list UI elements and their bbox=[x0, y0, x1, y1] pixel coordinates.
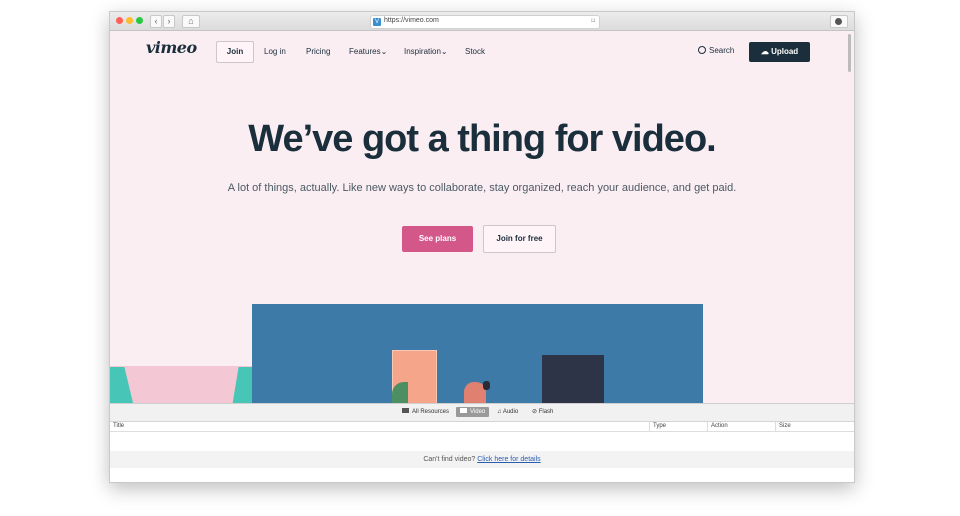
address-bar[interactable]: V https://vimeo.com ⌑ bbox=[370, 15, 600, 29]
bookmark-icon[interactable]: ⌑ bbox=[591, 17, 595, 25]
tab-video[interactable]: Video bbox=[456, 407, 490, 417]
column-title[interactable]: Title bbox=[113, 423, 124, 429]
resources-panel: All Resources Video ♫ Audio ⊘ Flash Titl… bbox=[110, 403, 854, 482]
nav-inspiration[interactable]: Inspiration⌄ bbox=[404, 47, 448, 56]
search-link[interactable]: Search bbox=[698, 46, 734, 55]
nav-pricing[interactable]: Pricing bbox=[306, 47, 330, 56]
column-size[interactable]: Size bbox=[779, 423, 791, 429]
nav-stock[interactable]: Stock bbox=[465, 47, 485, 56]
tab-all-resources[interactable]: All Resources bbox=[402, 407, 449, 417]
download-icon bbox=[835, 18, 842, 25]
column-action[interactable]: Action bbox=[711, 423, 728, 429]
minimize-window-button[interactable] bbox=[126, 17, 133, 24]
illustration-person-head bbox=[483, 381, 490, 390]
upload-button[interactable]: ☁ Upload bbox=[749, 42, 810, 62]
column-type[interactable]: Type bbox=[653, 423, 666, 429]
home-icon[interactable]: ⌂ bbox=[182, 15, 200, 28]
forward-button[interactable]: › bbox=[163, 15, 175, 28]
search-label: Search bbox=[709, 46, 735, 55]
see-plans-button[interactable]: See plans bbox=[402, 226, 473, 252]
tab-audio-label: Audio bbox=[502, 409, 519, 415]
resources-footer: Can't find video? Click here for details bbox=[110, 451, 854, 468]
illustration-plant bbox=[392, 382, 408, 403]
browser-window: ‹ › ⌂ V https://vimeo.com ⌑ vimeo Join L… bbox=[109, 11, 855, 483]
details-link[interactable]: Click here for details bbox=[477, 456, 540, 463]
close-window-button[interactable] bbox=[116, 17, 123, 24]
tab-all-resources-label: All Resources bbox=[412, 409, 450, 415]
scrollbar[interactable] bbox=[848, 34, 851, 72]
footer-text: Can't find video? bbox=[423, 456, 476, 463]
tab-flash-label: Flash bbox=[538, 409, 554, 415]
video-icon bbox=[460, 408, 467, 413]
search-icon bbox=[698, 46, 706, 54]
join-button[interactable]: Join bbox=[216, 41, 254, 63]
nav-features[interactable]: Features⌄ bbox=[349, 47, 387, 56]
header-divider bbox=[110, 431, 854, 432]
column-divider bbox=[707, 422, 708, 431]
illustration-screen bbox=[542, 355, 604, 403]
hero-illustration bbox=[252, 304, 703, 403]
url-text[interactable]: https://vimeo.com bbox=[384, 17, 439, 24]
tab-flash[interactable]: ⊘ Flash bbox=[532, 407, 553, 417]
resources-tab-bar: All Resources Video ♫ Audio ⊘ Flash bbox=[110, 404, 854, 422]
folder-icon bbox=[402, 408, 409, 413]
upload-label: Upload bbox=[771, 47, 799, 56]
join-for-free-button[interactable]: Join for free bbox=[483, 225, 556, 253]
downloads-button[interactable] bbox=[830, 15, 848, 28]
nav-login[interactable]: Log in bbox=[264, 47, 286, 56]
cloud-upload-icon: ☁ bbox=[760, 47, 769, 56]
hero-subtext: A lot of things, actually. Like new ways… bbox=[227, 182, 737, 194]
hero-headline: We’ve got a thing for video. bbox=[248, 118, 716, 160]
back-button[interactable]: ‹ bbox=[150, 15, 162, 28]
web-page: vimeo Join Log in Pricing Features⌄ Insp… bbox=[110, 31, 854, 403]
column-divider bbox=[775, 422, 776, 431]
zoom-window-button[interactable] bbox=[136, 17, 143, 24]
tab-audio[interactable]: ♫ Audio bbox=[497, 407, 518, 417]
vimeo-logo[interactable]: vimeo bbox=[146, 38, 197, 57]
title-bar: ‹ › ⌂ V https://vimeo.com ⌑ bbox=[110, 12, 854, 31]
flash-icon: ⊘ bbox=[532, 409, 539, 415]
column-divider bbox=[649, 422, 650, 431]
tab-video-label: Video bbox=[470, 409, 486, 415]
site-favicon-icon: V bbox=[373, 18, 381, 26]
